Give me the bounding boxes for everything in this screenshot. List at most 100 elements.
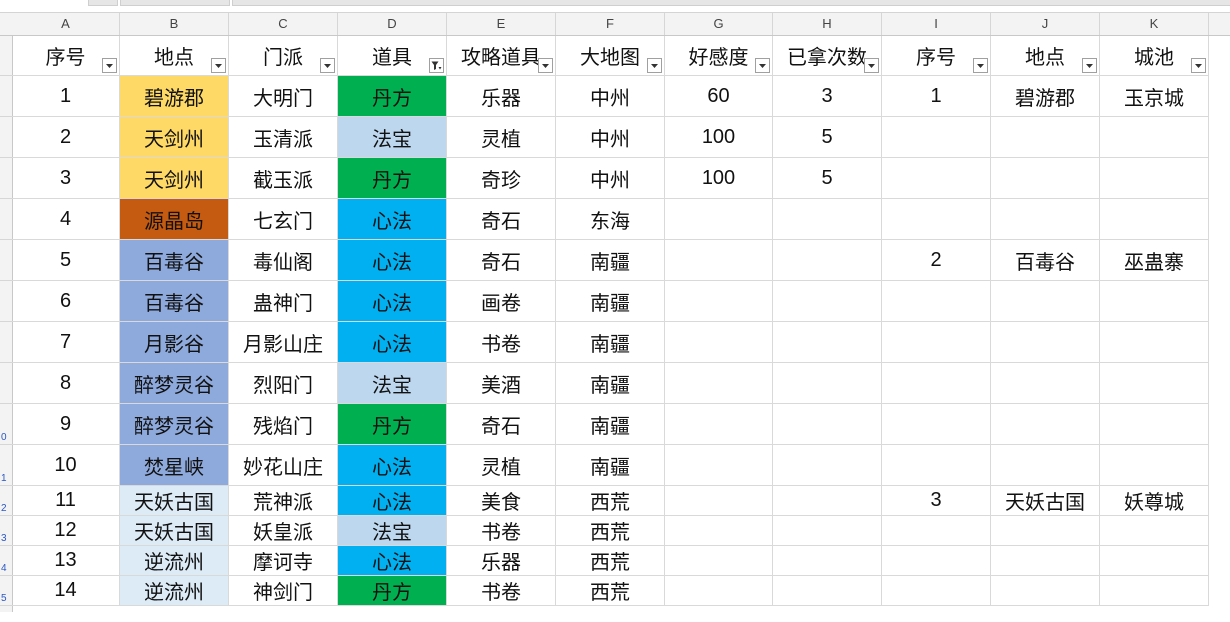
cell-g11[interactable] xyxy=(665,445,773,486)
column-header-f[interactable]: F xyxy=(556,13,665,35)
cell-j15[interactable] xyxy=(991,576,1100,606)
filter-dropdown-button[interactable] xyxy=(1082,58,1097,73)
cell-d5[interactable]: 心法 xyxy=(338,199,447,240)
header-cell[interactable]: 序号 xyxy=(882,36,991,76)
cell-c7[interactable]: 蛊神门 xyxy=(229,281,338,322)
cell-h13[interactable] xyxy=(773,516,882,546)
filter-dropdown-button[interactable] xyxy=(429,58,444,73)
row-header[interactable] xyxy=(0,281,12,322)
row-header[interactable] xyxy=(0,158,12,199)
filter-dropdown-button[interactable] xyxy=(102,58,117,73)
cell-a10[interactable]: 9 xyxy=(12,404,120,445)
cell-e6[interactable]: 奇石 xyxy=(447,240,556,281)
cell-a12[interactable]: 11 xyxy=(12,486,120,516)
column-header-b[interactable]: B xyxy=(120,13,229,35)
cell-k11[interactable] xyxy=(1100,445,1209,486)
header-cell[interactable]: 城池 xyxy=(1100,36,1209,76)
cell-j5[interactable] xyxy=(991,199,1100,240)
cell-f6[interactable]: 南疆 xyxy=(556,240,665,281)
cell-b8[interactable]: 月影谷 xyxy=(120,322,229,363)
cell-k15[interactable] xyxy=(1100,576,1209,606)
row-header[interactable]: 4 xyxy=(0,546,12,576)
cell-f2[interactable]: 中州 xyxy=(556,76,665,117)
cell-j14[interactable] xyxy=(991,546,1100,576)
cell-e12[interactable]: 美食 xyxy=(447,486,556,516)
header-cell[interactable]: 已拿次数 xyxy=(773,36,882,76)
cell-g15[interactable] xyxy=(665,576,773,606)
cell-c10[interactable]: 残焰门 xyxy=(229,404,338,445)
cell-b9[interactable]: 醉梦灵谷 xyxy=(120,363,229,404)
cell-e10[interactable]: 奇石 xyxy=(447,404,556,445)
column-header-j[interactable]: J xyxy=(991,13,1100,35)
cell-j12[interactable]: 天妖古国 xyxy=(991,486,1100,516)
cell-f5[interactable]: 东海 xyxy=(556,199,665,240)
cell-f10[interactable]: 南疆 xyxy=(556,404,665,445)
cell-j9[interactable] xyxy=(991,363,1100,404)
cell-k14[interactable] xyxy=(1100,546,1209,576)
cell-f15[interactable]: 西荒 xyxy=(556,576,665,606)
cell-a5[interactable]: 4 xyxy=(12,199,120,240)
cell-g10[interactable] xyxy=(665,404,773,445)
cell-a14[interactable]: 13 xyxy=(12,546,120,576)
filter-dropdown-button[interactable] xyxy=(1191,58,1206,73)
cell-g9[interactable] xyxy=(665,363,773,404)
cell-b11[interactable]: 焚星峡 xyxy=(120,445,229,486)
row-header[interactable] xyxy=(0,36,12,76)
cell-f7[interactable]: 南疆 xyxy=(556,281,665,322)
filter-dropdown-button[interactable] xyxy=(320,58,335,73)
cell-d13[interactable]: 法宝 xyxy=(338,516,447,546)
cell-b12[interactable]: 天妖古国 xyxy=(120,486,229,516)
cell-k8[interactable] xyxy=(1100,322,1209,363)
cell-c11[interactable]: 妙花山庄 xyxy=(229,445,338,486)
cell-a8[interactable]: 7 xyxy=(12,322,120,363)
cell-c15[interactable]: 神剑门 xyxy=(229,576,338,606)
cell-d15[interactable]: 丹方 xyxy=(338,576,447,606)
cell-j13[interactable] xyxy=(991,516,1100,546)
cell-h3[interactable]: 5 xyxy=(773,117,882,158)
header-cell[interactable]: 门派 xyxy=(229,36,338,76)
cell-i13[interactable] xyxy=(882,516,991,546)
cell-i15[interactable] xyxy=(882,576,991,606)
cell-j4[interactable] xyxy=(991,158,1100,199)
cell-f13[interactable]: 西荒 xyxy=(556,516,665,546)
cell-c13[interactable]: 妖皇派 xyxy=(229,516,338,546)
cell-g13[interactable] xyxy=(665,516,773,546)
cell-j3[interactable] xyxy=(991,117,1100,158)
cell-c14[interactable]: 摩诃寺 xyxy=(229,546,338,576)
cell-c6[interactable]: 毒仙阁 xyxy=(229,240,338,281)
cell-d3[interactable]: 法宝 xyxy=(338,117,447,158)
cell-e11[interactable]: 灵植 xyxy=(447,445,556,486)
cell-a11[interactable]: 10 xyxy=(12,445,120,486)
row-header[interactable] xyxy=(0,240,12,281)
column-header-c[interactable]: C xyxy=(229,13,338,35)
cell-j7[interactable] xyxy=(991,281,1100,322)
cell-g12[interactable] xyxy=(665,486,773,516)
cell-i8[interactable] xyxy=(882,322,991,363)
filter-dropdown-button[interactable] xyxy=(973,58,988,73)
cell-b10[interactable]: 醉梦灵谷 xyxy=(120,404,229,445)
filter-dropdown-button[interactable] xyxy=(538,58,553,73)
cell-h2[interactable]: 3 xyxy=(773,76,882,117)
cell-f12[interactable]: 西荒 xyxy=(556,486,665,516)
cell-e2[interactable]: 乐器 xyxy=(447,76,556,117)
cell-h6[interactable] xyxy=(773,240,882,281)
cell-c4[interactable]: 截玉派 xyxy=(229,158,338,199)
header-cell[interactable]: 道具 xyxy=(338,36,447,76)
cell-c8[interactable]: 月影山庄 xyxy=(229,322,338,363)
row-header[interactable]: 2 xyxy=(0,486,12,516)
cell-k10[interactable] xyxy=(1100,404,1209,445)
cell-g2[interactable]: 60 xyxy=(665,76,773,117)
cell-b13[interactable]: 天妖古国 xyxy=(120,516,229,546)
row-header[interactable] xyxy=(0,76,12,117)
column-header-g[interactable]: G xyxy=(665,13,773,35)
cell-j2[interactable]: 碧游郡 xyxy=(991,76,1100,117)
filter-dropdown-button[interactable] xyxy=(647,58,662,73)
header-cell[interactable]: 攻略道具 xyxy=(447,36,556,76)
cell-g6[interactable] xyxy=(665,240,773,281)
header-cell[interactable]: 地点 xyxy=(991,36,1100,76)
cell-k5[interactable] xyxy=(1100,199,1209,240)
cell-j6[interactable]: 百毒谷 xyxy=(991,240,1100,281)
cell-k3[interactable] xyxy=(1100,117,1209,158)
column-header-e[interactable]: E xyxy=(447,13,556,35)
cell-i7[interactable] xyxy=(882,281,991,322)
